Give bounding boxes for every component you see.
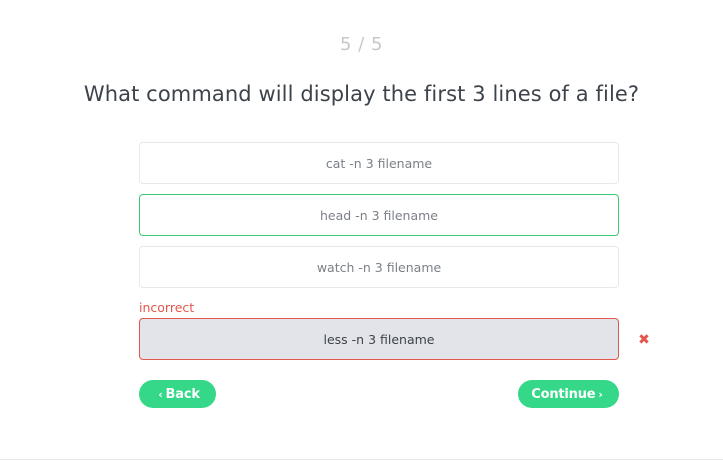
- continue-button-label: Continue: [531, 386, 596, 402]
- back-button-label: Back: [165, 386, 200, 402]
- answer-option-1[interactable]: cat -n 3 filename: [139, 142, 619, 184]
- answer-option-4-selected-incorrect[interactable]: less -n 3 filename: [139, 318, 619, 360]
- quiz-screen: 5 / 5 What command will display the firs…: [0, 0, 723, 462]
- bottom-divider: [0, 459, 723, 460]
- chevron-right-icon: ›: [598, 387, 603, 401]
- answer-option-label: head -n 3 filename: [320, 207, 438, 223]
- continue-button[interactable]: Continue ›: [518, 380, 619, 408]
- incorrect-feedback-label: incorrect: [139, 300, 195, 315]
- answer-option-label: less -n 3 filename: [323, 331, 435, 347]
- chevron-left-icon: ‹: [158, 387, 163, 401]
- question-text: What command will display the first 3 li…: [83, 82, 640, 106]
- answer-option-label: cat -n 3 filename: [325, 155, 433, 171]
- answer-option-2-correct[interactable]: head -n 3 filename: [139, 194, 619, 236]
- question-progress: 5 / 5: [340, 34, 383, 55]
- back-button[interactable]: ‹ Back: [139, 380, 216, 408]
- answer-option-label: watch -n 3 filename: [316, 259, 442, 275]
- close-x-icon: ✖: [638, 332, 650, 348]
- answer-option-3[interactable]: watch -n 3 filename: [139, 246, 619, 288]
